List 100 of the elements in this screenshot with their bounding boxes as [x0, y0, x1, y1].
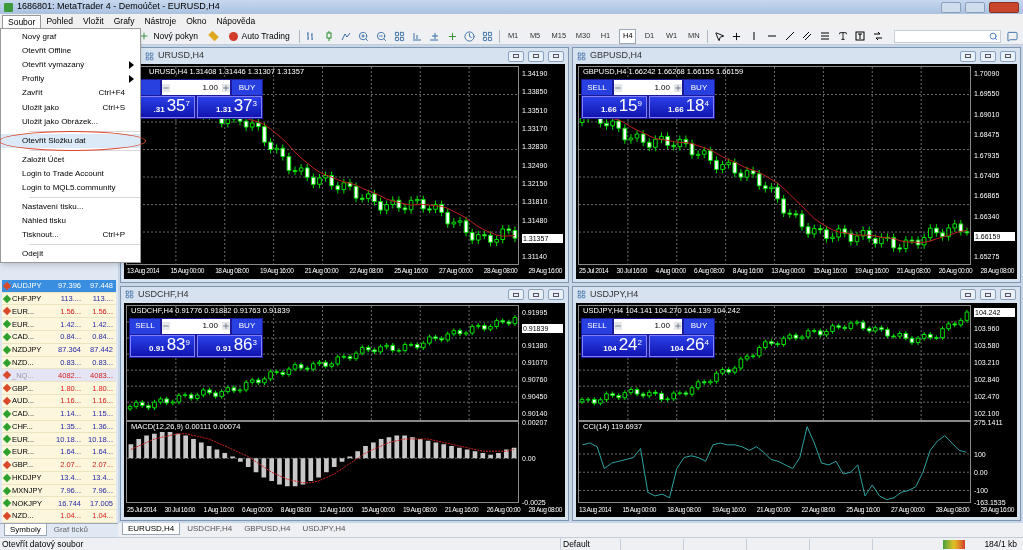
histogram-bar — [308, 458, 314, 481]
chart-icon — [577, 51, 586, 61]
minimize-button[interactable] — [960, 289, 976, 300]
minimize-button[interactable] — [508, 289, 524, 300]
menu-bar-item[interactable]: Soubor — [2, 15, 42, 28]
search-field[interactable] — [894, 29, 1002, 43]
increase-icon[interactable] — [222, 83, 230, 92]
maximize-button[interactable] — [980, 50, 996, 62]
lot-size-field[interactable]: 1.00 — [162, 80, 230, 95]
histogram-bar — [238, 458, 243, 462]
menu-item[interactable]: Login to Trade Account — [1, 166, 140, 181]
sell-button[interactable]: SELL — [130, 318, 160, 334]
menu-item[interactable]: Login to MQL5.community — [1, 180, 140, 196]
histogram-bar — [136, 439, 142, 459]
histogram-bar — [410, 437, 415, 459]
chart-title: USDJPY,H4 — [590, 287, 639, 301]
histogram-bar — [378, 439, 384, 459]
buy-button[interactable]: BUY — [684, 80, 714, 95]
histogram-bar — [300, 458, 306, 485]
status-message: Otevřít datový soubor — [1, 537, 85, 550]
histogram-bar — [394, 435, 400, 459]
menu-item[interactable]: Odejít — [1, 247, 140, 262]
histogram-bar — [261, 458, 267, 478]
histogram-bar — [472, 451, 478, 459]
zoom-in-icon[interactable] — [357, 29, 371, 43]
histogram-bar — [269, 458, 274, 481]
decrease-icon[interactable] — [614, 83, 622, 92]
menu-item[interactable]: Nastavení tisku... — [1, 200, 140, 215]
close-button[interactable] — [1000, 289, 1016, 300]
chart-title: USDCHF,H4 — [138, 287, 189, 301]
chart-icon — [125, 290, 134, 299]
close-button[interactable] — [989, 1, 1019, 13]
chart-icon — [145, 51, 154, 61]
decrease-icon[interactable] — [162, 83, 170, 92]
maximize-button[interactable] — [528, 50, 544, 62]
histogram-bar — [253, 458, 259, 473]
maximize-button[interactable] — [528, 289, 544, 300]
trendline-icon[interactable] — [783, 29, 797, 43]
histogram-bar — [331, 458, 337, 467]
auto-trading-button[interactable]: Auto Trading — [224, 28, 294, 44]
menu-bar-item[interactable]: Okno — [181, 15, 212, 28]
menu-bar-item[interactable]: Vložit — [77, 15, 109, 28]
menu-item[interactable]: Otevřít vymazaný — [1, 58, 140, 73]
histogram-bar — [214, 449, 220, 459]
menu-item[interactable]: Náhled tisku — [1, 214, 140, 229]
increase-icon[interactable] — [222, 322, 230, 330]
histogram-bar — [496, 453, 501, 459]
sell-button[interactable]: SELL — [582, 80, 612, 95]
histogram-bar — [316, 458, 321, 478]
traffic-text: 184/1 kb — [983, 537, 1018, 550]
profile-name: Default — [560, 537, 620, 550]
buy-button[interactable]: BUY — [684, 318, 714, 334]
minimize-button[interactable] — [960, 50, 976, 62]
histogram-bar — [511, 447, 517, 459]
text-label-icon[interactable] — [854, 29, 867, 43]
chat-icon[interactable] — [1006, 29, 1019, 43]
histogram-bar — [371, 442, 376, 459]
chart-tab[interactable]: GBPUSD,H4 — [239, 523, 296, 535]
sell-button[interactable]: SELL — [582, 318, 612, 334]
close-button[interactable] — [548, 289, 564, 300]
buy-button[interactable]: BUY — [232, 80, 262, 95]
menu-bar-item[interactable]: Nápověda — [211, 15, 261, 28]
histogram-bar — [425, 440, 431, 459]
histogram-bar — [324, 458, 329, 473]
search-icon — [989, 31, 999, 41]
increase-icon[interactable] — [674, 322, 682, 330]
histogram-bar — [198, 442, 204, 459]
lot-size-field[interactable]: 1.00 — [614, 318, 682, 334]
maximize-button[interactable] — [980, 289, 996, 300]
histogram-bar — [222, 453, 228, 459]
histogram-bar — [441, 444, 447, 459]
lot-size-field[interactable]: 1.00 — [162, 318, 230, 334]
histogram-bar — [347, 456, 353, 459]
menu-bar-item[interactable]: Nástroje — [139, 15, 182, 28]
menu-bar-item[interactable]: Grafy — [108, 15, 140, 28]
buy-button[interactable]: BUY — [232, 318, 262, 334]
histogram-bar — [245, 458, 251, 467]
arrows-icon[interactable] — [871, 29, 885, 43]
lot-size-field[interactable]: 1.00 — [614, 80, 682, 95]
cursor-icon[interactable] — [712, 29, 726, 43]
close-button[interactable] — [548, 50, 564, 62]
panel-tab[interactable]: Symboly — [4, 524, 47, 536]
zoom-out-icon[interactable] — [375, 29, 388, 43]
panel-tab[interactable]: Graf ticků — [48, 524, 93, 536]
chart-tab[interactable]: USDJPY,H4 — [297, 523, 351, 535]
text-icon[interactable] — [836, 29, 849, 43]
chart-tab[interactable]: EURUSD,H4 — [122, 523, 181, 535]
histogram-bar — [363, 446, 368, 459]
increase-icon[interactable] — [674, 83, 682, 92]
menu-item[interactable]: Založit Účet — [1, 152, 140, 167]
tile-windows-icon[interactable] — [392, 29, 406, 43]
minimize-button[interactable] — [508, 50, 524, 62]
close-button[interactable] — [1000, 50, 1016, 62]
menu-item[interactable]: Tisknout... Ctrl+P — [1, 228, 140, 243]
menu-item[interactable]: Otevřít Offline — [1, 44, 140, 59]
menu-bar-item[interactable]: Pohled — [41, 15, 78, 28]
channel-icon[interactable] — [801, 29, 814, 43]
clock-icon[interactable] — [463, 29, 477, 43]
chart-tab[interactable]: USDCHF,H4 — [182, 523, 238, 535]
menu-item[interactable]: Profily — [1, 72, 140, 87]
